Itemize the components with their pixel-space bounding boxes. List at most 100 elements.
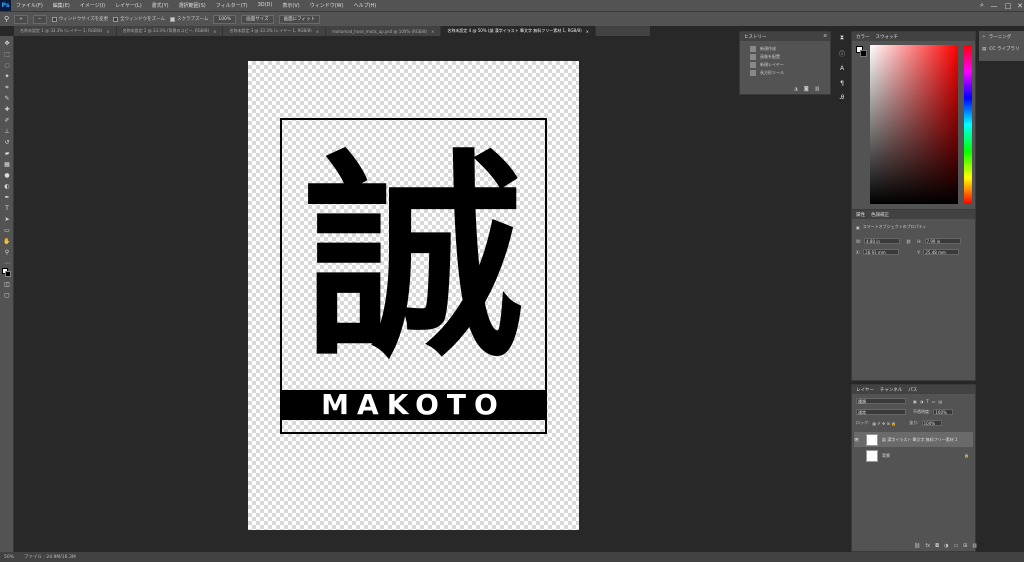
zoom-tool-icon[interactable]: ⚲ xyxy=(2,248,12,257)
brush-tool-icon[interactable]: ✐ xyxy=(2,116,12,125)
filter-shape-icon[interactable]: ▭ xyxy=(932,399,936,404)
photoshop-logo-icon[interactable]: Ps xyxy=(0,0,11,11)
crop-tool-icon[interactable]: ⌗ xyxy=(2,83,12,92)
learn-item[interactable]: ✧ ラーニング xyxy=(979,31,1024,43)
filter-type-icon[interactable]: T xyxy=(926,399,928,404)
y-field[interactable]: 25.48 mm xyxy=(923,249,960,255)
paragraph-panel-icon[interactable]: ¶ xyxy=(837,78,847,88)
move-tool-icon[interactable]: ✥ xyxy=(2,39,12,48)
tab-swatches[interactable]: スウォッチ xyxy=(876,34,899,40)
height-field[interactable]: 7.99 in xyxy=(924,238,961,244)
tab-properties[interactable]: 属性 xyxy=(856,212,865,218)
menu-item[interactable]: 選択範囲(S) xyxy=(174,2,211,9)
layer-filter-select[interactable]: 種類 xyxy=(856,398,906,404)
history-item[interactable]: 新規作成 xyxy=(740,45,830,53)
path-selection-tool-icon[interactable]: ➤ xyxy=(2,215,12,224)
magic-wand-tool-icon[interactable]: ✦ xyxy=(2,72,12,81)
history-item[interactable]: 画像を配置 xyxy=(740,53,830,61)
info-panel-icon[interactable]: ⓘ xyxy=(837,48,847,58)
history-item[interactable]: 新規レイヤー xyxy=(740,61,830,69)
document-tab[interactable]: mohamad_hose_mock_up.psd @ 100% (RGB/8) × xyxy=(326,26,442,36)
rectangle-tool-icon[interactable]: ▭ xyxy=(2,226,12,235)
menu-item[interactable]: 3D(D) xyxy=(253,2,278,9)
stamp-tool-icon[interactable]: ⊥ xyxy=(2,127,12,136)
dodge-tool-icon[interactable]: ◐ xyxy=(2,182,12,191)
type-tool-icon[interactable]: T xyxy=(2,204,12,213)
tab-close-icon[interactable]: × xyxy=(213,29,216,34)
character-panel-icon[interactable]: A xyxy=(837,63,847,73)
menu-item[interactable]: ヘルプ(H) xyxy=(349,2,382,9)
mask-icon[interactable]: ◘ xyxy=(935,543,939,549)
layer-row[interactable]: 👁 誠 漢字イラスト 筆文字 無料フリー素材 1 xyxy=(854,432,973,447)
screen-mode-icon[interactable]: ▢ xyxy=(2,291,12,300)
marquee-tool-icon[interactable]: ⬚ xyxy=(2,50,12,59)
status-file-info[interactable]: ファイル : 24.9M/16.3M xyxy=(24,554,76,560)
zoom-tool-icon[interactable]: ⚲ xyxy=(4,15,9,23)
visibility-eye-icon[interactable]: 👁 xyxy=(854,437,862,442)
tab-color[interactable]: カラー xyxy=(856,34,870,40)
filter-pixel-icon[interactable]: ▣ xyxy=(913,399,917,404)
background-color-swatch[interactable] xyxy=(5,271,11,277)
tab-layers[interactable]: レイヤー xyxy=(856,387,874,393)
adjustment-icon[interactable]: ◑ xyxy=(944,543,948,549)
history-brush-tool-icon[interactable]: ↺ xyxy=(2,138,12,147)
camera-icon[interactable]: ◙ xyxy=(804,86,809,92)
tab-channels[interactable]: チャンネル xyxy=(880,387,902,393)
tab-close-icon[interactable]: × xyxy=(316,29,319,34)
healing-brush-tool-icon[interactable]: ✚ xyxy=(2,105,12,114)
status-zoom[interactable]: 50% xyxy=(4,555,14,560)
blend-mode-select[interactable]: 通常 xyxy=(856,409,906,415)
zoom-out-button[interactable]: − xyxy=(32,14,47,24)
link-icon[interactable]: ⛓ xyxy=(906,239,911,244)
blur-tool-icon[interactable]: ● xyxy=(2,171,12,180)
layer-lock-icon[interactable]: 🔒 xyxy=(964,453,969,458)
tab-paths[interactable]: パス xyxy=(908,387,917,393)
hand-tool-icon[interactable]: ✋ xyxy=(2,237,12,246)
menu-item[interactable]: フィルター(T) xyxy=(211,2,253,9)
panel-menu-icon[interactable]: ≡ xyxy=(823,34,827,39)
trash-icon[interactable]: ▥ xyxy=(815,86,820,92)
document-tab[interactable]: 名称未設定 3 @ 33.3% (レイヤー 1, RGB/8) × xyxy=(223,26,327,36)
link-layers-icon[interactable]: ⛓ xyxy=(914,543,920,549)
tab-close-icon[interactable]: × xyxy=(586,29,589,34)
fx-icon[interactable]: fx xyxy=(925,543,930,549)
lasso-tool-icon[interactable]: ◌ xyxy=(2,61,12,70)
group-icon[interactable]: ▭ xyxy=(953,543,958,549)
history-item[interactable]: 長方形ツール xyxy=(740,69,830,77)
delete-layer-icon[interactable]: ▥ xyxy=(972,543,977,549)
document-tab[interactable]: 名称未設定 1 @ 33.3% (レイヤー 1, RGB/8) × xyxy=(14,26,117,36)
opacity-field[interactable]: 100% xyxy=(933,409,954,415)
filter-smart-icon[interactable]: ▤ xyxy=(939,399,943,404)
resize-windows-checkbox[interactable]: ウィンドウサイズを変更 xyxy=(51,16,108,22)
tab-close-icon[interactable]: × xyxy=(431,29,434,34)
scrubby-zoom-checkbox[interactable]: スクラブズーム xyxy=(169,16,208,22)
zoom-level-button[interactable]: 100% xyxy=(213,14,237,24)
document-canvas[interactable]: 誠 MAKOTO xyxy=(248,61,579,530)
quick-mask-icon[interactable]: ◫ xyxy=(2,280,12,289)
fill-screen-button[interactable]: 画面にフィット xyxy=(278,14,320,24)
fit-screen-button[interactable]: 画面サイズ xyxy=(241,14,274,24)
color-picker-field[interactable] xyxy=(870,45,958,204)
menu-item[interactable]: 表示(V) xyxy=(277,2,304,9)
lock-icons[interactable]: ▦ ✐ ✥ ⊞ 🔒 xyxy=(872,421,896,426)
tab-history[interactable]: ヒストリー xyxy=(744,34,767,40)
menu-item[interactable]: 書式(Y) xyxy=(147,2,174,9)
layer-row[interactable]: 背景 🔒 xyxy=(854,448,973,463)
snapshot-icon[interactable]: ◮ xyxy=(794,86,798,92)
color-background-swatch[interactable] xyxy=(860,50,867,57)
tab-close-icon[interactable]: × xyxy=(106,29,109,34)
zoom-all-checkbox[interactable]: 全ウィンドウをズーム xyxy=(113,16,165,22)
close-button[interactable]: ✕ xyxy=(1012,0,1024,11)
zoom-in-button[interactable]: + xyxy=(14,14,28,24)
x-field[interactable]: 28.91 mm xyxy=(863,249,900,255)
hue-slider[interactable] xyxy=(964,45,972,204)
eyedropper-tool-icon[interactable]: ✎ xyxy=(2,94,12,103)
filter-adjust-icon[interactable]: ◑ xyxy=(920,399,924,404)
menu-item[interactable]: ファイル(F) xyxy=(11,2,48,9)
width-field[interactable]: 4.80 in xyxy=(864,238,901,244)
history-panel-icon[interactable]: ⧗ xyxy=(837,33,847,43)
cc-libraries-item[interactable]: ▤ CC ライブラリ xyxy=(979,43,1024,55)
menu-item[interactable]: 編集(E) xyxy=(48,2,75,9)
menu-item[interactable]: ウィンドウ(W) xyxy=(305,2,349,9)
fill-field[interactable]: 100% xyxy=(921,420,942,426)
